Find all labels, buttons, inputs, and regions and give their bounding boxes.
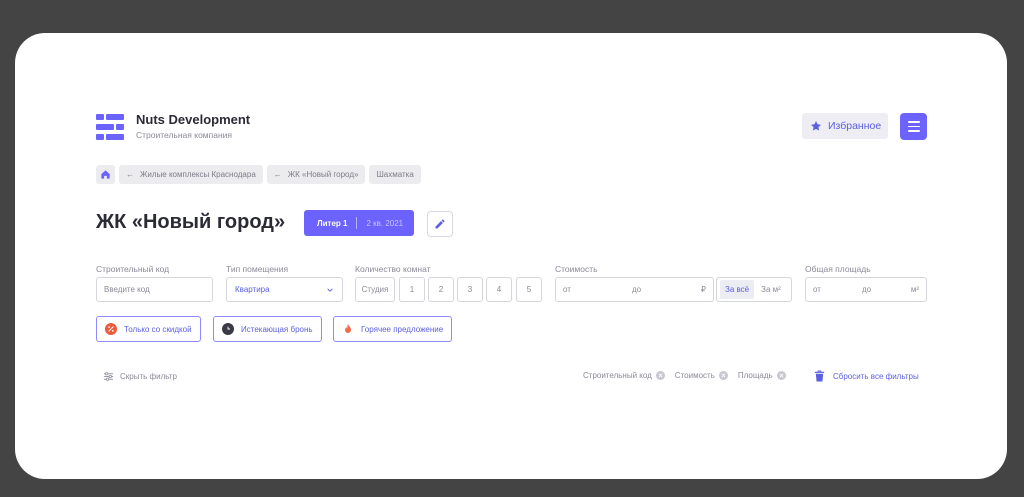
close-icon[interactable] (718, 371, 728, 380)
chip-code: Строительный код (583, 371, 665, 380)
type-select[interactable]: Квартира (226, 277, 343, 302)
discount-only-label: Только со скидкой (124, 324, 192, 334)
brand-title: Nuts Development (136, 112, 251, 127)
breadcrumb-item-chessboard[interactable]: Шахматка (369, 165, 421, 184)
reset-filters-button[interactable]: Сбросить все фильтры (814, 370, 919, 382)
code-label: Строительный код (96, 264, 170, 274)
rooms-label: Количество комнат (355, 264, 431, 274)
hide-filter-label: Скрыть фильтр (120, 372, 177, 381)
breadcrumb: ← Жилые комплексы Краснодара ← ЖК «Новый… (96, 165, 421, 184)
room-option-4[interactable]: 4 (486, 277, 512, 302)
code-input[interactable] (96, 277, 213, 302)
expiring-booking-toggle[interactable]: Истекающая бронь (213, 316, 322, 342)
room-option-3[interactable]: 3 (457, 277, 483, 302)
area-unit: м² (910, 285, 919, 294)
arrow-left-icon: ← (126, 170, 134, 179)
active-filter-chips: Строительный код Стоимость Площадь (583, 371, 786, 380)
percent-icon (105, 323, 117, 335)
home-icon (101, 170, 110, 179)
page-title: ЖК «Новый город» (96, 211, 286, 233)
discount-only-toggle[interactable]: Только со скидкой (96, 316, 201, 342)
hot-offer-toggle[interactable]: Горячее предложение (333, 316, 453, 342)
area-label: Общая площадь (805, 264, 871, 274)
trash-icon (814, 370, 825, 382)
main-card (15, 33, 1007, 479)
brick-logo-icon (96, 114, 124, 140)
room-option-1[interactable]: 1 (399, 277, 425, 302)
breadcrumb-item-complexes[interactable]: ← Жилые комплексы Краснодара (119, 165, 263, 184)
hot-offer-label: Горячее предложение (361, 324, 444, 334)
type-value: Квартира (235, 285, 270, 294)
chip-area: Площадь (738, 371, 786, 380)
liter-date: 2 кв. 2021 (366, 218, 404, 228)
reset-filters-label: Сбросить все фильтры (833, 371, 919, 381)
liter-selector-button[interactable]: Литер 1 2 кв. 2021 (304, 210, 414, 236)
chevron-down-icon (327, 287, 333, 292)
breadcrumb-item-complex[interactable]: ← ЖК «Новый город» (266, 165, 366, 184)
menu-button[interactable] (900, 113, 927, 140)
breadcrumb-home[interactable] (96, 165, 115, 184)
hamburger-icon (907, 121, 920, 123)
ruble-icon: ₽ (700, 285, 706, 294)
close-icon[interactable] (655, 371, 665, 380)
close-icon[interactable] (776, 371, 786, 380)
liter-label: Литер 1 (317, 218, 348, 228)
chip-price: Стоимость (675, 371, 728, 380)
favorites-label: Избранное (828, 120, 882, 132)
arrow-left-icon: ← (273, 170, 282, 179)
flame-icon (345, 324, 351, 333)
room-option-5[interactable]: 5 (516, 277, 542, 302)
sliders-icon (103, 372, 114, 381)
clock-icon (222, 323, 234, 335)
price-range-input[interactable]: от до ₽ (555, 277, 714, 302)
hide-filter-button[interactable]: Скрыть фильтр (103, 371, 177, 382)
favorites-button[interactable]: Избранное (802, 113, 888, 139)
area-to: до (862, 285, 872, 294)
divider (356, 217, 358, 229)
area-from: от (813, 285, 821, 294)
price-mode-per-sqm[interactable]: За м² (756, 280, 786, 299)
price-from: от (563, 285, 571, 294)
brand-subtitle: Строительная компания (136, 130, 233, 140)
edit-button[interactable] (427, 211, 453, 237)
price-mode-total[interactable]: За всё (720, 280, 755, 299)
star-icon (811, 121, 821, 131)
price-mode-toggle: За всё За м² (716, 277, 792, 302)
pencil-icon (435, 219, 445, 229)
room-option-2[interactable]: 2 (428, 277, 454, 302)
area-range-input[interactable]: от до м² (805, 277, 927, 302)
price-to: до (632, 285, 642, 294)
room-option-studio[interactable]: Студия (355, 277, 395, 302)
expiring-booking-label: Истекающая бронь (241, 324, 313, 334)
type-label: Тип помещения (226, 264, 289, 274)
header: Nuts Development Строительная компания И… (96, 112, 927, 142)
price-label: Стоимость (555, 264, 598, 274)
